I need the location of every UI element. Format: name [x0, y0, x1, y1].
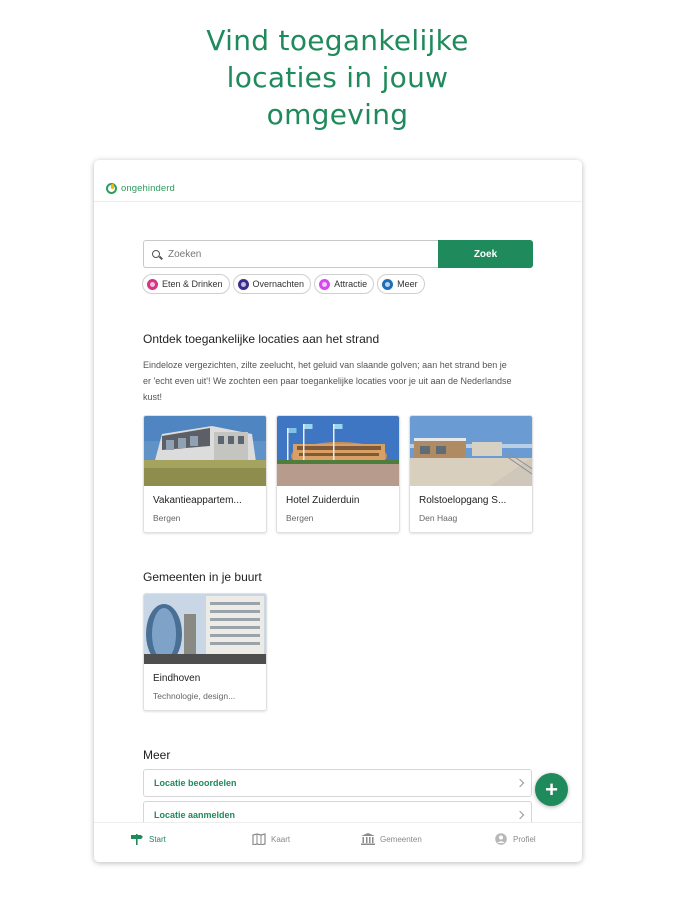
app-screen: ongehinderd Zoek Eten & Drinken Overnach…: [94, 160, 582, 862]
location-photo: [277, 416, 399, 486]
nav-label: Profiel: [513, 834, 536, 844]
chip-overnachten[interactable]: Overnachten: [232, 274, 312, 294]
more-icon: [382, 278, 394, 290]
search-button[interactable]: Zoek: [438, 240, 533, 268]
town-hall-icon: [361, 833, 375, 845]
chip-label: Meer: [397, 279, 418, 289]
location-photo: [144, 416, 266, 486]
nav-profiel[interactable]: Profiel: [494, 833, 536, 845]
bed-icon: [237, 278, 249, 290]
municipality-card[interactable]: Eindhoven Technologie, design...: [143, 593, 267, 711]
headline: Vind toegankelijke locaties in jouw omge…: [0, 22, 675, 133]
food-drink-icon: [147, 278, 158, 290]
location-place: Den Haag: [419, 513, 458, 523]
profile-icon: [495, 833, 507, 845]
attraction-icon: [319, 278, 331, 290]
more-item-label: Locatie aanmelden: [154, 810, 236, 820]
chip-label: Eten & Drinken: [162, 279, 223, 289]
beach-section-description: Eindeloze vergezichten, zilte zeelucht, …: [143, 360, 512, 402]
chip-meer[interactable]: Meer: [377, 274, 425, 294]
location-card[interactable]: Hotel Zuiderduin Bergen: [276, 415, 400, 533]
signpost-icon: [131, 834, 143, 845]
beach-section-title: Ontdek toegankelijke locaties aan het st…: [143, 332, 380, 346]
location-card[interactable]: Vakantieappartem... Bergen: [143, 415, 267, 533]
location-title: Hotel Zuiderduin: [286, 495, 360, 506]
logo-text: ongehinderd: [121, 183, 175, 194]
location-title: Vakantieappartem...: [153, 495, 242, 506]
nav-label: Kaart: [271, 834, 291, 844]
nav-start[interactable]: Start: [130, 833, 166, 845]
add-button[interactable]: +: [535, 773, 568, 806]
map-icon: [252, 833, 266, 845]
location-place: Bergen: [286, 513, 314, 523]
search-icon: [152, 250, 160, 258]
more-section-title: Meer: [143, 748, 171, 762]
municipality-subtitle: Technologie, design...: [153, 691, 236, 701]
more-item-label: Locatie beoordelen: [154, 778, 237, 788]
location-card[interactable]: Rolstoelopgang S... Den Haag: [409, 415, 533, 533]
chip-label: Attractie: [334, 279, 368, 289]
location-place: Bergen: [153, 513, 181, 523]
chevron-right-icon: [515, 778, 525, 788]
nav-kaart[interactable]: Kaart: [252, 833, 290, 845]
app-bar: ongehinderd: [94, 160, 582, 202]
chip-label: Overnachten: [252, 279, 305, 289]
nav-gemeenten[interactable]: Gemeenten: [361, 833, 422, 845]
category-chips: Eten & Drinken Overnachten Attractie Mee…: [142, 274, 425, 294]
location-photo: [410, 416, 532, 486]
municipalities-section-title: Gemeenten in je buurt: [143, 570, 262, 584]
location-title: Rolstoelopgang S...: [419, 495, 507, 506]
municipality-title: Eindhoven: [153, 673, 201, 684]
nav-label: Gemeenten: [380, 834, 422, 844]
headline-line-2: locaties in jouw: [226, 61, 449, 94]
bottom-navigation: Start Kaart Gemeenten Profiel: [94, 822, 582, 862]
headline-line-1: Vind toegankelijke: [206, 24, 469, 57]
search-bar: [143, 240, 439, 268]
logo[interactable]: ongehinderd: [106, 183, 175, 194]
nav-label: Start: [149, 834, 166, 844]
search-input[interactable]: [168, 248, 428, 260]
municipality-photo: [144, 594, 266, 664]
rate-location-link[interactable]: Locatie beoordelen: [143, 769, 532, 797]
headline-line-3: omgeving: [266, 98, 409, 131]
logo-icon: [106, 183, 117, 194]
chip-eten-drinken[interactable]: Eten & Drinken: [142, 274, 230, 294]
chip-attractie[interactable]: Attractie: [314, 274, 375, 294]
chevron-right-icon: [515, 810, 525, 820]
